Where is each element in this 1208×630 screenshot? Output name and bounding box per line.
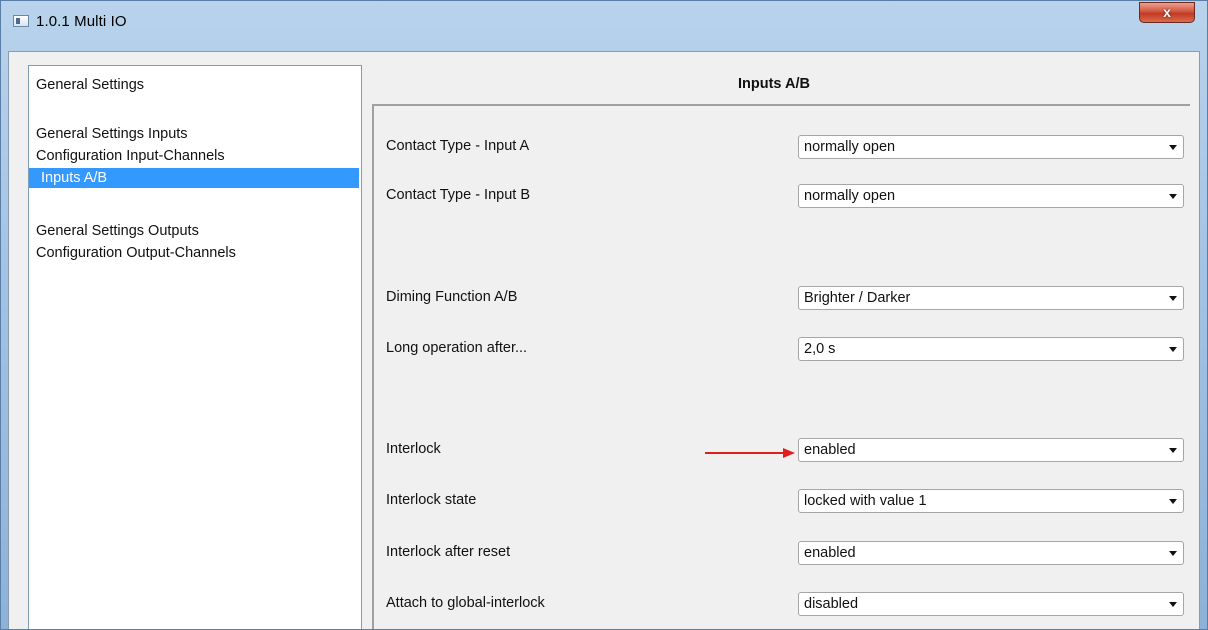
select-value: normally open [804,139,896,155]
chevron-down-icon[interactable] [1169,499,1177,504]
app-window-icon [13,15,29,27]
app-window: 1.0.1 Multi IO x General Settings Genera… [0,0,1208,630]
sidebar-item-general-settings-inputs[interactable]: General Settings Inputs [29,124,359,144]
sidebar-item-inputs-ab[interactable]: Inputs A/B [29,168,359,188]
close-button[interactable]: x [1139,2,1195,23]
window-title: 1.0.1 Multi IO [36,13,127,30]
chevron-down-icon[interactable] [1169,347,1177,352]
chevron-down-icon[interactable] [1169,602,1177,607]
sidebar-item-configuration-input-channels[interactable]: Configuration Input-Channels [29,146,359,166]
select-value: disabled [804,596,859,612]
label-long-operation: Long operation after... [386,340,528,356]
chevron-down-icon[interactable] [1169,296,1177,301]
select-value: Brighter / Darker [804,290,911,306]
sidebar-item-configuration-output-channels[interactable]: Configuration Output-Channels [29,243,359,263]
settings-tree: General Settings General Settings Inputs… [28,65,362,629]
label-attach-global-interlock: Attach to global-interlock [386,595,545,611]
select-diming-function[interactable]: Brighter / Darker [798,286,1184,310]
sidebar-item-general-settings[interactable]: General Settings [29,75,359,95]
label-interlock-after-reset: Interlock after reset [386,544,511,560]
chevron-down-icon[interactable] [1169,194,1177,199]
label-diming-function: Diming Function A/B [386,289,518,305]
chevron-down-icon[interactable] [1169,145,1177,150]
select-interlock-state[interactable]: locked with value 1 [798,489,1184,513]
chevron-down-icon[interactable] [1169,551,1177,556]
select-long-operation[interactable]: 2,0 s [798,337,1184,361]
chevron-down-icon[interactable] [1169,448,1177,453]
select-value: locked with value 1 [804,493,927,509]
select-interlock-after-reset[interactable]: enabled [798,541,1184,565]
sidebar-item-general-settings-outputs[interactable]: General Settings Outputs [29,221,359,241]
label-contact-type-a: Contact Type - Input A [386,138,530,154]
select-value: normally open [804,188,896,204]
title-bar[interactable]: 1.0.1 Multi IO x [1,1,1207,41]
select-value: enabled [804,442,856,458]
select-interlock[interactable]: enabled [798,438,1184,462]
label-interlock: Interlock [386,441,441,457]
select-contact-type-b[interactable]: normally open [798,184,1184,208]
red-arrow-icon [705,448,795,458]
section-title: Inputs A/B [738,76,810,92]
select-value: enabled [804,545,856,561]
select-attach-global-interlock[interactable]: disabled [798,592,1184,616]
label-contact-type-b: Contact Type - Input B [386,187,531,203]
select-contact-type-a[interactable]: normally open [798,135,1184,159]
label-interlock-state: Interlock state [386,492,477,508]
select-value: 2,0 s [804,341,836,357]
